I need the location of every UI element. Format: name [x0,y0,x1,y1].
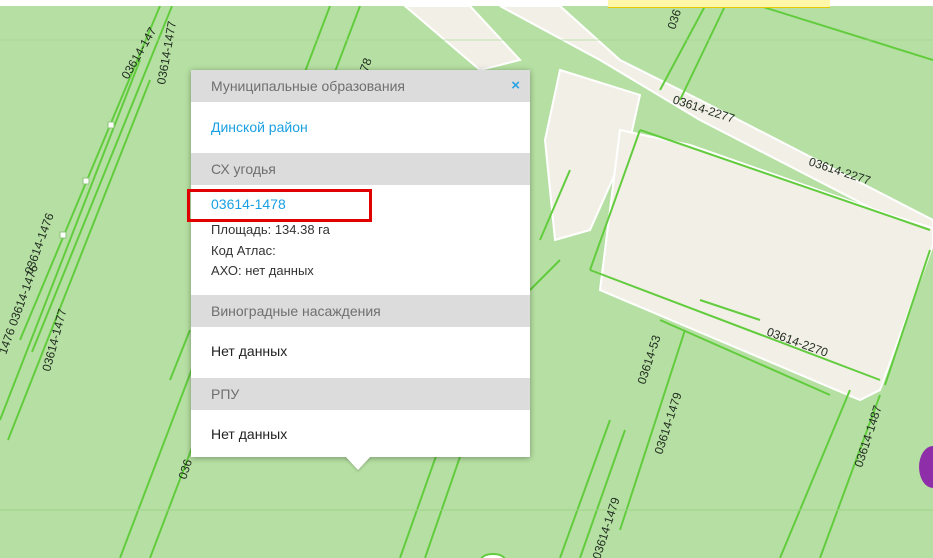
area-value: Площадь: 134.38 га [211,222,330,237]
section-header-municipal: Муниципальные образования [191,70,530,102]
rpu-value: Нет данных [211,426,288,442]
feature-info-popup: Муниципальные образования × Динской райо… [187,70,530,457]
district-link[interactable]: Динской район [211,119,308,135]
top-highlight-strip [608,0,830,8]
section-header-rpu: РПУ [191,378,530,410]
vineyards-value: Нет данных [211,343,288,359]
section-header-label: Муниципальные образования [211,78,405,94]
section-header-vineyards: Виноградные насаждения [191,295,530,327]
section-header-label: Виноградные насаждения [211,303,381,319]
popup-pointer [345,456,371,470]
section-header-label: СХ угодья [211,161,276,177]
aho-value: АХО: нет данных [211,263,314,278]
section-header-agri-land: СХ угодья [191,153,530,185]
highlight-box [187,189,372,222]
close-icon[interactable]: × [511,78,520,94]
atlas-code: Код Атлас: [211,243,276,258]
section-header-label: РПУ [211,386,240,402]
